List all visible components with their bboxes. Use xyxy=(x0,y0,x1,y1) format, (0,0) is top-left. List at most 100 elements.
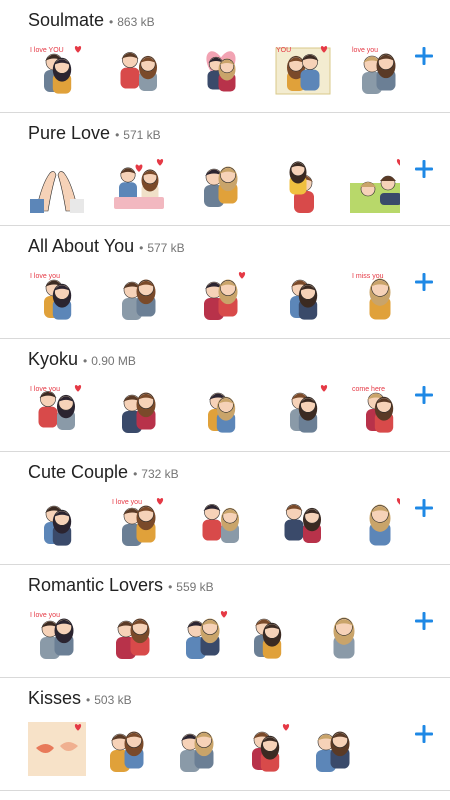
pack-name: Soulmate xyxy=(28,10,105,30)
sticker-thumbnail[interactable] xyxy=(350,153,400,213)
pack-size: 0.90 MB xyxy=(91,354,136,368)
sticker-thumbnail[interactable] xyxy=(28,718,86,778)
sticker-pack-row[interactable]: Pure Love • 571 kB xyxy=(0,113,450,226)
pack-name: Kisses xyxy=(28,688,82,708)
pack-name: Pure Love xyxy=(28,123,111,143)
add-pack-button[interactable] xyxy=(410,155,438,183)
add-pack-button[interactable] xyxy=(410,381,438,409)
sticker-thumbnail[interactable] xyxy=(192,153,250,213)
pack-name: All About You xyxy=(28,236,135,256)
add-pack-button[interactable] xyxy=(410,607,438,635)
pack-header: Kyoku • 0.90 MB xyxy=(28,349,136,370)
pack-header: Soulmate • 863 kB xyxy=(28,10,155,31)
sticker-thumbnail[interactable]: come here xyxy=(350,379,400,439)
sticker-pack-list: Soulmate • 863 kB I love YOU YOU love yo… xyxy=(0,0,450,800)
sticker-thumbnails: I love you I miss you xyxy=(28,266,400,328)
sticker-thumbnail[interactable] xyxy=(174,605,232,665)
sticker-thumbnails: I love YOU YOU love you xyxy=(28,40,400,102)
plus-icon xyxy=(415,47,433,65)
pack-size: 577 kB xyxy=(147,241,185,255)
sticker-thumbnail[interactable] xyxy=(314,605,372,665)
sticker-pack-row[interactable]: Cute Couple • 732 kB I love you xyxy=(0,452,450,565)
sticker-thumbnail[interactable]: YOU xyxy=(274,40,332,100)
separator-dot: • xyxy=(83,354,88,368)
svg-text:I love you: I love you xyxy=(112,499,142,506)
sticker-pack-row[interactable]: Romantic Lovers • 559 kB I love you xyxy=(0,565,450,678)
sticker-thumbnail[interactable] xyxy=(238,605,296,665)
pack-size: 863 kB xyxy=(117,15,155,29)
plus-icon xyxy=(415,273,433,291)
separator-dot: • xyxy=(115,128,120,142)
sticker-thumbnail[interactable] xyxy=(192,379,250,439)
sticker-thumbnail[interactable] xyxy=(236,718,294,778)
sticker-thumbnail[interactable] xyxy=(304,718,362,778)
sticker-thumbnail[interactable]: I love YOU xyxy=(28,40,86,100)
plus-icon xyxy=(415,499,433,517)
sticker-thumbnail[interactable] xyxy=(28,492,86,552)
add-pack-button[interactable] xyxy=(410,720,438,748)
sticker-thumbnail[interactable] xyxy=(110,379,168,439)
sticker-thumbnail[interactable] xyxy=(192,266,250,326)
plus-icon xyxy=(415,612,433,630)
sticker-pack-row[interactable]: All About You • 577 kB I love you I miss… xyxy=(0,226,450,339)
sticker-thumbnail[interactable]: love you xyxy=(350,40,400,100)
sticker-thumbnail[interactable] xyxy=(110,266,168,326)
svg-text:I miss you: I miss you xyxy=(352,273,384,280)
sticker-pack-row[interactable]: Kyoku • 0.90 MB I love you come here xyxy=(0,339,450,452)
svg-text:I love you: I love you xyxy=(30,386,60,393)
sticker-thumbnail[interactable] xyxy=(274,266,332,326)
pack-name: Cute Couple xyxy=(28,462,129,482)
pack-header: Kisses • 503 kB xyxy=(28,688,132,709)
pack-header: Pure Love • 571 kB xyxy=(28,123,161,144)
separator-dot: • xyxy=(86,693,91,707)
svg-text:I love you: I love you xyxy=(30,273,60,280)
pack-name: Romantic Lovers xyxy=(28,575,164,595)
sticker-thumbnails: I love you come here xyxy=(28,379,400,441)
pack-header: All About You • 577 kB xyxy=(28,236,185,257)
sticker-thumbnails xyxy=(28,718,400,780)
sticker-thumbnails xyxy=(28,153,400,215)
sticker-thumbnails: I love you xyxy=(28,605,400,667)
sticker-thumbnail[interactable]: I love you xyxy=(28,266,86,326)
add-pack-button[interactable] xyxy=(410,494,438,522)
sticker-thumbnail[interactable] xyxy=(192,492,250,552)
sticker-thumbnail[interactable] xyxy=(110,153,168,213)
sticker-thumbnail[interactable] xyxy=(28,153,86,213)
svg-text:YOU: YOU xyxy=(276,47,291,54)
svg-text:love you: love you xyxy=(352,47,378,54)
pack-size: 571 kB xyxy=(123,128,161,142)
separator-dot: • xyxy=(168,580,173,594)
separator-dot: • xyxy=(133,467,138,481)
sticker-thumbnail[interactable]: I love you xyxy=(28,379,86,439)
pack-size: 732 kB xyxy=(141,467,179,481)
pack-size: 503 kB xyxy=(94,693,132,707)
sticker-thumbnail[interactable] xyxy=(274,153,332,213)
sticker-thumbnail[interactable]: I love you xyxy=(110,492,168,552)
pack-name: Kyoku xyxy=(28,349,79,369)
sticker-thumbnail[interactable] xyxy=(110,40,168,100)
separator-dot: • xyxy=(109,15,114,29)
sticker-thumbnail[interactable]: I miss you xyxy=(350,266,400,326)
sticker-thumbnail[interactable] xyxy=(104,605,162,665)
add-pack-button[interactable] xyxy=(410,42,438,70)
sticker-thumbnail[interactable] xyxy=(192,40,250,100)
plus-icon xyxy=(415,386,433,404)
svg-text:come here: come here xyxy=(352,386,385,393)
sticker-thumbnail[interactable] xyxy=(98,718,156,778)
sticker-pack-row[interactable]: Kisses • 503 kB xyxy=(0,678,450,791)
pack-header: Romantic Lovers • 559 kB xyxy=(28,575,214,596)
pack-size: 559 kB xyxy=(176,580,214,594)
svg-text:I love you: I love you xyxy=(30,612,60,619)
svg-text:I love YOU: I love YOU xyxy=(30,47,64,54)
sticker-thumbnail[interactable] xyxy=(274,379,332,439)
sticker-thumbnail[interactable]: I love you xyxy=(28,605,86,665)
sticker-thumbnails: I love you xyxy=(28,492,400,554)
plus-icon xyxy=(415,725,433,743)
sticker-thumbnail[interactable] xyxy=(274,492,332,552)
sticker-pack-row[interactable]: Soulmate • 863 kB I love YOU YOU love yo… xyxy=(0,0,450,113)
pack-header: Cute Couple • 732 kB xyxy=(28,462,179,483)
sticker-thumbnail[interactable] xyxy=(168,718,226,778)
add-pack-button[interactable] xyxy=(410,268,438,296)
sticker-thumbnail[interactable] xyxy=(350,492,400,552)
separator-dot: • xyxy=(139,241,144,255)
